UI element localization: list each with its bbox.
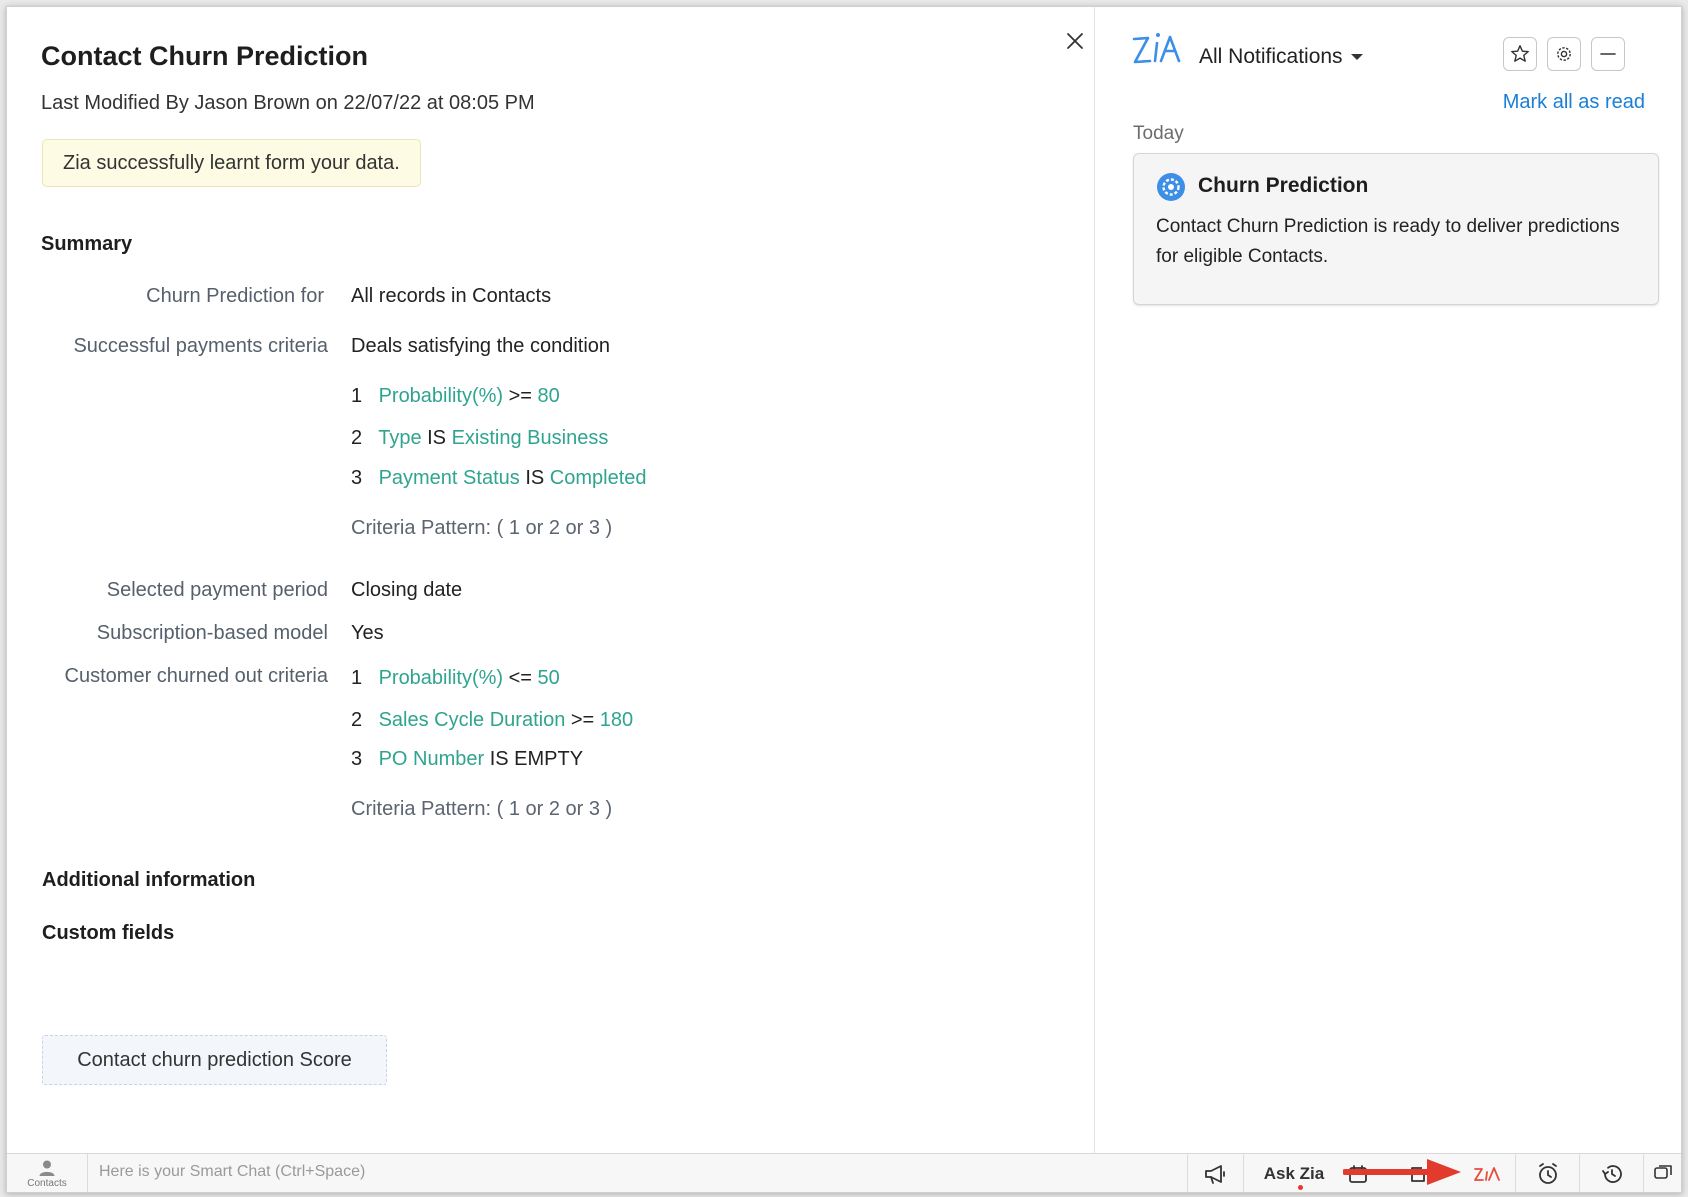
criteria-operator: <= — [508, 667, 532, 689]
close-icon — [1067, 33, 1083, 49]
contacts-tab-label: Contacts — [27, 1177, 67, 1189]
megaphone-icon — [1205, 1164, 1225, 1184]
criteria-pattern: Criteria Pattern: ( 1 or 2 or 3 ) — [351, 517, 613, 539]
criteria-number: 3 — [351, 748, 363, 770]
notifications-panel: All Notifications Mark all as read Today — [1095, 7, 1681, 1153]
announcements-button[interactable] — [1187, 1154, 1244, 1192]
zia-icon — [1474, 1166, 1500, 1181]
starred-button[interactable] — [1503, 37, 1537, 71]
criteria-operator: IS — [427, 427, 447, 449]
criteria-number: 1 — [351, 667, 363, 689]
criteria-operator: IS EMPTY — [489, 748, 584, 770]
gear-icon — [1557, 47, 1571, 61]
chat-history-button[interactable] — [1643, 1154, 1681, 1192]
chat-bubbles-icon — [1654, 1164, 1672, 1179]
mark-all-read-link[interactable]: Mark all as read — [1503, 91, 1645, 114]
criteria-number: 2 — [351, 427, 363, 449]
subscription-model-value: Yes — [351, 622, 384, 644]
last-modified-text: Last Modified By Jason Brown on 22/07/22… — [41, 92, 535, 114]
notifications-filter-dropdown[interactable]: All Notifications — [1199, 45, 1363, 69]
criteria-value: Completed — [549, 467, 647, 489]
criteria-operator: >= — [570, 709, 595, 731]
user-icon — [39, 1160, 55, 1176]
criteria-field: Payment Status — [378, 467, 520, 489]
criteria-field: Probability(%) — [378, 667, 504, 689]
chevron-down-icon — [1350, 54, 1363, 60]
criteria-field: Type — [378, 427, 422, 449]
notification-title: Churn Prediction — [1198, 174, 1369, 197]
criteria-number: 1 — [351, 385, 363, 407]
app-window: Contact Churn Prediction Last Modified B… — [6, 6, 1682, 1193]
churned-criteria-label: Customer churned out criteria — [64, 665, 328, 687]
payment-period-value: Closing date — [351, 579, 463, 601]
notification-body: Contact Churn Prediction is ready to del… — [1156, 216, 1620, 267]
subscription-model-label: Subscription-based model — [96, 622, 328, 644]
criteria-row: 3 Payment Status IS Completed — [351, 467, 647, 490]
criteria-field: PO Number — [378, 748, 485, 770]
payments-criteria-value: Deals satisfying the condition — [351, 335, 611, 357]
criteria-value: 80 — [537, 385, 560, 407]
criteria-value: 180 — [599, 709, 634, 731]
criteria-row: 2 Type IS Existing Business — [351, 427, 608, 450]
recent-history-button[interactable] — [1579, 1154, 1644, 1192]
contacts-tab[interactable]: Contacts — [7, 1154, 88, 1192]
criteria-operator: >= — [508, 385, 532, 407]
criteria-number: 2 — [351, 709, 363, 731]
criteria-row: 3 PO Number IS EMPTY — [351, 748, 583, 771]
prediction-for-value: All records in Contacts — [351, 285, 552, 307]
star-icon — [1511, 45, 1529, 62]
success-banner: Zia successfully learnt form your data. — [42, 139, 421, 187]
notifications-filter-label: All Notifications — [1199, 45, 1343, 68]
payment-period-label: Selected payment period — [106, 579, 328, 601]
payments-criteria-label: Successful payments criteria — [73, 335, 328, 357]
criteria-number: 3 — [351, 467, 363, 489]
bottom-toolbar: Contacts Here is your Smart Chat (Ctrl+S… — [7, 1153, 1681, 1192]
notification-card[interactable]: Churn Prediction Contact Churn Predictio… — [1133, 153, 1659, 305]
churn-prediction-details-panel: Contact Churn Prediction Last Modified B… — [7, 7, 1095, 1153]
notification-settings-button[interactable] — [1547, 37, 1581, 71]
additional-info-heading: Additional information — [42, 869, 256, 891]
criteria-row: 1 Probability(%) <= 50 — [351, 667, 560, 690]
criteria-row: 1 Probability(%) >= 80 — [351, 385, 560, 408]
minus-icon — [1600, 53, 1616, 55]
ask-zia-text: Ask Zia — [1263, 1163, 1325, 1183]
zia-logo-icon — [1131, 29, 1183, 74]
minimize-button[interactable] — [1591, 37, 1625, 71]
criteria-field: Probability(%) — [378, 385, 504, 407]
reminders-button[interactable] — [1515, 1154, 1580, 1192]
criteria-pattern: Criteria Pattern: ( 1 or 2 or 3 ) — [351, 798, 613, 820]
prediction-for-label: Churn Prediction for — [146, 285, 324, 307]
criteria-row: 2 Sales Cycle Duration >= 180 — [351, 709, 633, 732]
close-button[interactable] — [1057, 23, 1093, 59]
custom-fields-heading: Custom fields — [42, 922, 175, 944]
smart-chat-input[interactable]: Here is your Smart Chat (Ctrl+Space) — [99, 1163, 365, 1181]
settings-badge-icon — [1156, 172, 1186, 207]
page-title: Contact Churn Prediction — [41, 41, 369, 71]
criteria-operator: IS — [525, 467, 545, 489]
notification-dot-icon — [1297, 1184, 1303, 1190]
custom-field-chip[interactable]: Contact churn prediction Score — [42, 1035, 387, 1085]
history-icon — [1602, 1164, 1622, 1183]
criteria-value: Existing Business — [451, 427, 609, 449]
criteria-value: 50 — [537, 667, 560, 689]
red-arrow-annotation-icon — [1343, 1159, 1461, 1185]
ask-zia-label: Ask Zia — [1263, 1163, 1325, 1190]
alarm-clock-icon — [1539, 1162, 1557, 1184]
summary-heading: Summary — [41, 233, 133, 255]
ask-zia-button[interactable]: Ask Zia — [1243, 1154, 1344, 1192]
date-group-today: Today — [1133, 123, 1184, 144]
zia-notifications-button[interactable] — [1461, 1154, 1513, 1192]
criteria-field: Sales Cycle Duration — [378, 709, 566, 731]
